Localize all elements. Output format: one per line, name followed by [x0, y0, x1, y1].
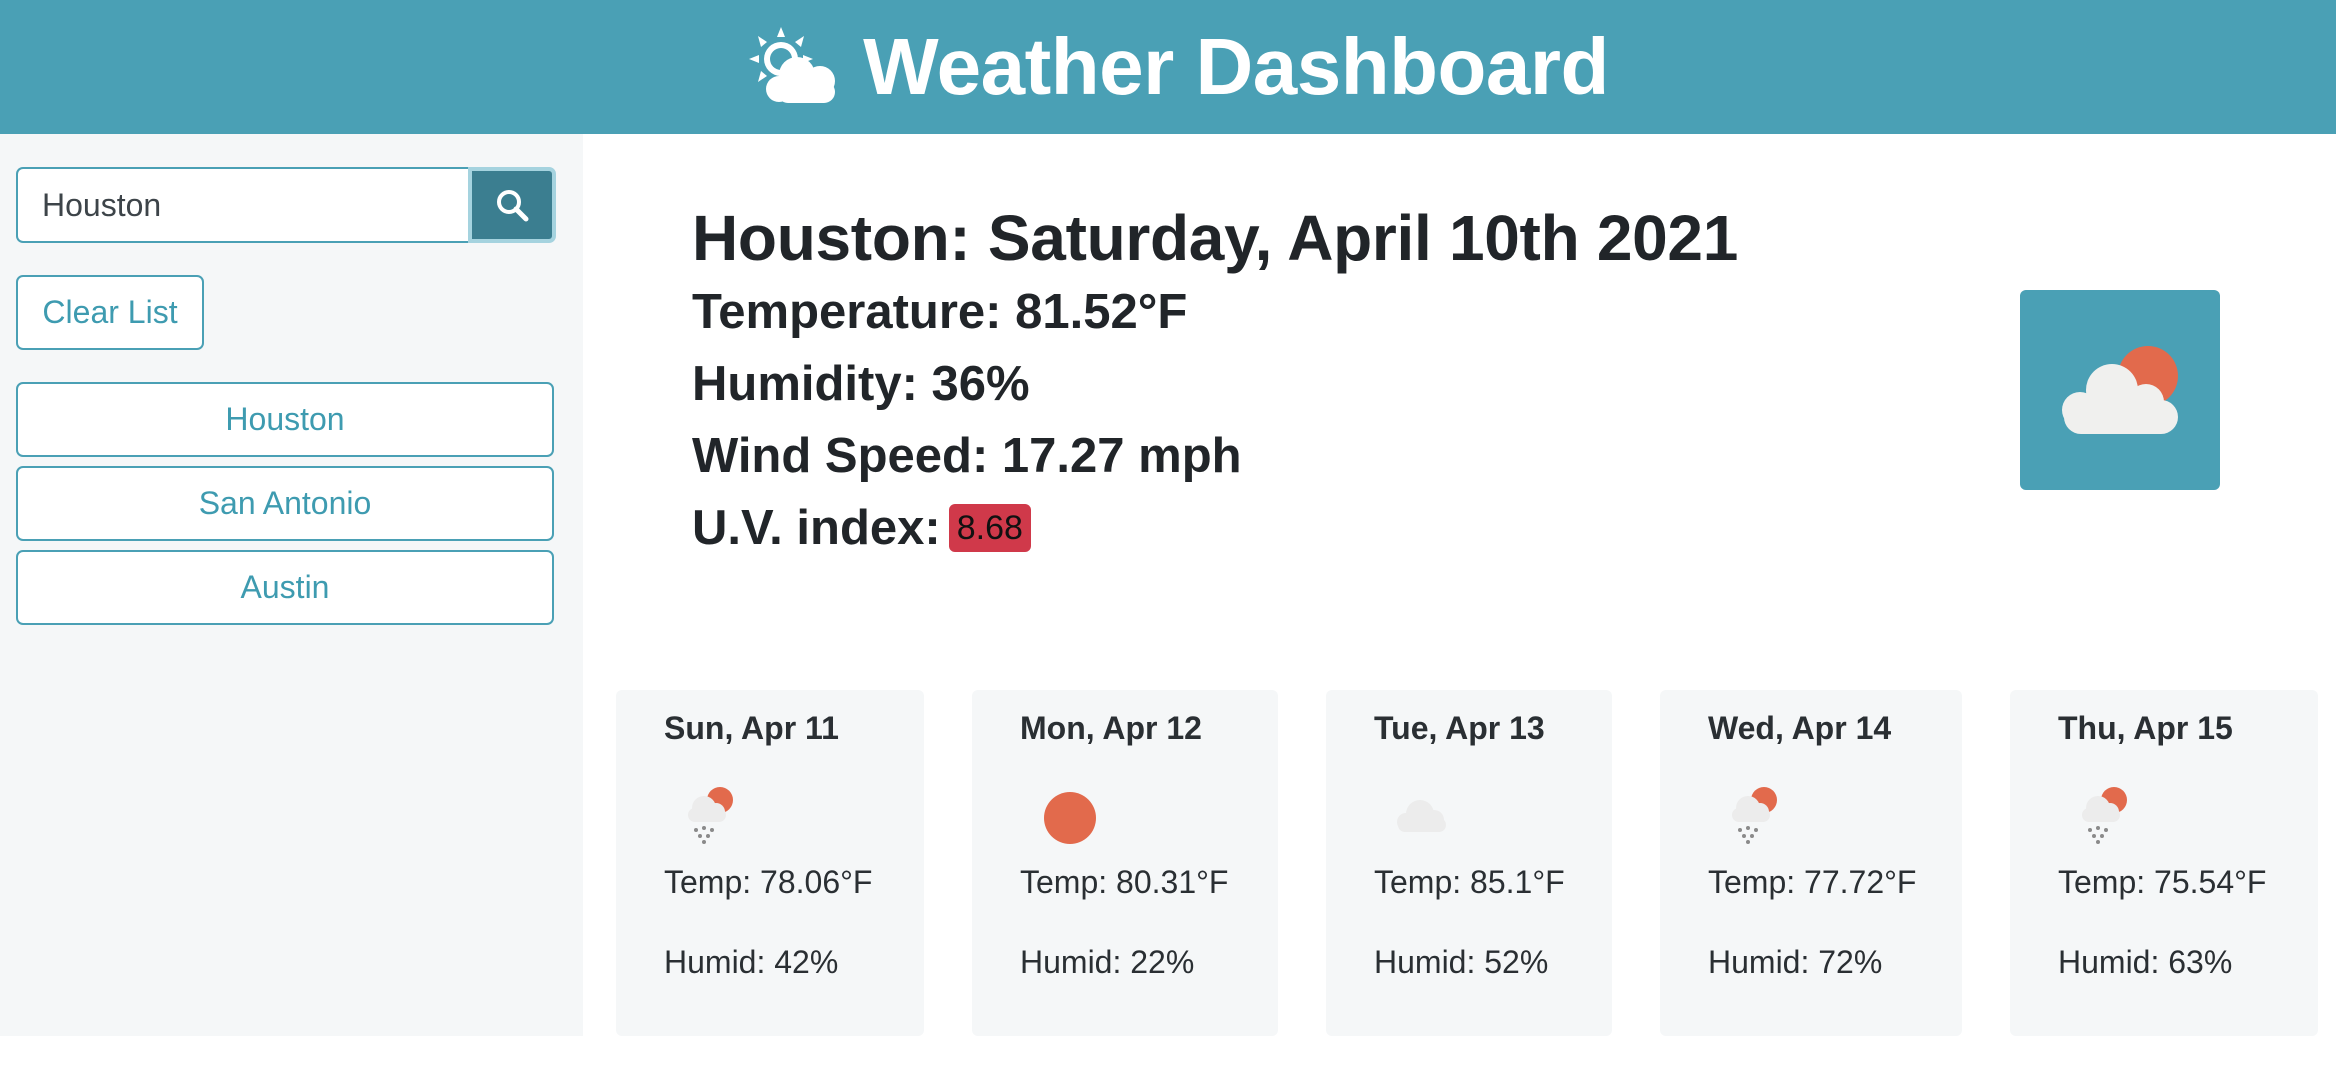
page-title: Weather Dashboard — [863, 22, 1609, 111]
forecast-card: Tue, Apr 13 Temp: 85.1°F Humid: 52% — [1326, 690, 1612, 1036]
header-bar: Weather Dashboard — [0, 0, 2336, 134]
uv-label: U.V. index: — [692, 501, 941, 555]
forecast-date: Thu, Apr 15 — [2058, 710, 2233, 746]
forecast-humidity: Humid: 72% — [1708, 944, 1883, 980]
current-uv-row: U.V. index: 8.68 — [692, 492, 1738, 564]
rain-sun-icon — [688, 787, 733, 844]
search-button[interactable] — [468, 167, 556, 243]
clear-list-button[interactable]: Clear List — [16, 275, 204, 350]
forecast-card: Sun, Apr 11 Temp: 78.06°F Humid: 42% — [616, 690, 924, 1036]
search-input[interactable] — [16, 167, 468, 243]
forecast-date: Mon, Apr 12 — [1020, 710, 1202, 746]
current-weather-icon-box — [2020, 290, 2220, 490]
forecast-temp: Temp: 78.06°F — [664, 864, 873, 900]
forecast-humidity: Humid: 52% — [1374, 944, 1549, 980]
forecast-card: Mon, Apr 12 Temp: 80.31°F Humid: 22% — [972, 690, 1278, 1036]
header-inner: Weather Dashboard — [741, 21, 1609, 113]
partly-cloudy-icon — [2062, 346, 2178, 434]
search-row — [16, 167, 556, 243]
history-city-button[interactable]: Austin — [16, 550, 554, 625]
cloud-icon — [1397, 800, 1446, 832]
forecast-humidity: Humid: 63% — [2058, 944, 2233, 980]
forecast-temp: Temp: 85.1°F — [1374, 864, 1565, 900]
current-wind-speed: Wind Speed: 17.27 mph — [692, 429, 1242, 483]
sidebar: Clear List Houston San Antonio Austin — [0, 134, 583, 1036]
forecast-temp: Temp: 80.31°F — [1020, 864, 1229, 900]
search-icon — [497, 190, 529, 222]
forecast-humidity: Humid: 42% — [664, 944, 839, 980]
forecast-temp: Temp: 77.72°F — [1708, 864, 1917, 900]
forecast-temp: Temp: 75.54°F — [2058, 864, 2267, 900]
current-city-date: Houston: Saturday, April 10th 2021 — [692, 202, 1739, 274]
history-city-button[interactable]: Houston — [16, 382, 554, 457]
sun-icon — [1044, 792, 1096, 844]
current-humidity: Humidity: 36% — [692, 357, 1030, 411]
forecast-date: Tue, Apr 13 — [1374, 710, 1545, 746]
sun-cloud-icon — [749, 27, 836, 103]
forecast-card: Wed, Apr 14 Temp: 77.72°F Humid: 72% — [1660, 690, 1962, 1036]
rain-sun-icon — [1732, 787, 1777, 844]
forecast-date: Sun, Apr 11 — [664, 710, 839, 746]
rain-sun-icon — [2082, 787, 2127, 844]
uv-index-badge: 8.68 — [948, 504, 1031, 552]
forecast-card: Thu, Apr 15 Temp: 75.54°F Humid: 63% — [2010, 690, 2318, 1036]
current-weather: Houston: Saturday, April 10th 2021 Tempe… — [692, 200, 1738, 564]
forecast-humidity: Humid: 22% — [1020, 944, 1195, 980]
current-temperature: Temperature: 81.52°F — [692, 285, 1188, 339]
forecast-date: Wed, Apr 14 — [1708, 710, 1892, 746]
history-city-button[interactable]: San Antonio — [16, 466, 554, 541]
